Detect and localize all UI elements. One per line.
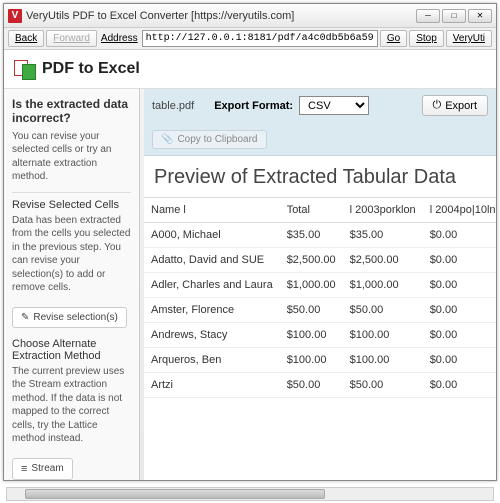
table-cell: $50.00 — [280, 373, 343, 398]
stop-button[interactable]: Stop — [409, 30, 444, 47]
app-header: PDF to Excel — [4, 50, 496, 89]
table-cell: A000, Michael — [144, 223, 280, 248]
revise-title: Revise Selected Cells — [12, 199, 131, 211]
table-cell: Artzi — [144, 373, 280, 398]
app-logo-icon — [14, 58, 36, 80]
back-button[interactable]: Back — [8, 30, 44, 47]
horizontal-scrollbar[interactable] — [6, 487, 494, 501]
bars-icon — [21, 463, 27, 475]
column-header: l 2004po|10ln — [423, 198, 496, 223]
table-cell: $0.00 — [423, 273, 496, 298]
table-row: Amster, Florence$50.00$50.00$0.00$50.0 — [144, 298, 496, 323]
preview-table-wrap: Name lTotall 2003porklonl 2004po|10lntot… — [144, 197, 496, 480]
export-button-label: Export — [445, 100, 477, 112]
window-title: VeryUtils PDF to Excel Converter [https:… — [26, 10, 416, 22]
table-row: Adatto, David and SUE$2,500.00$2,500.00$… — [144, 248, 496, 273]
table-cell: $35.00 — [343, 223, 423, 248]
revise-button-label: Revise selection(s) — [33, 312, 117, 323]
table-cell: $0.00 — [423, 373, 496, 398]
table-cell: $0.00 — [423, 298, 496, 323]
table-row: Adler, Charles and Laura$1,000.00$1,000.… — [144, 273, 496, 298]
table-cell: $0.00 — [423, 223, 496, 248]
brand-button[interactable]: VeryUti — [446, 30, 492, 47]
table-cell: $0.00 — [423, 323, 496, 348]
sidebar-question-title: Is the extracted data incorrect? — [12, 97, 131, 126]
sidebar-question-body: You can revise your selected cells or tr… — [12, 130, 131, 184]
table-cell: Andrews, Stacy — [144, 323, 280, 348]
close-button[interactable]: ✕ — [468, 9, 492, 23]
table-cell: Adatto, David and SUE — [144, 248, 280, 273]
export-controls: table.pdf Export Format: CSV Export Copy… — [144, 89, 496, 156]
content-pane: table.pdf Export Format: CSV Export Copy… — [144, 89, 496, 480]
copy-clipboard-button[interactable]: Copy to Clipboard — [152, 130, 267, 149]
table-cell: $100.00 — [280, 323, 343, 348]
app-title: PDF to Excel — [42, 60, 140, 78]
preview-table: Name lTotall 2003porklonl 2004po|10lntot… — [144, 198, 496, 398]
revise-body: Data has been extracted from the cells y… — [12, 214, 131, 295]
address-label: Address — [101, 33, 138, 44]
minimize-button[interactable]: ─ — [416, 9, 440, 23]
alt-method-body: The current preview uses the Stream extr… — [12, 365, 131, 446]
scrollbar-thumb[interactable] — [25, 489, 325, 499]
filename-label: table.pdf — [152, 100, 194, 112]
format-label: Export Format: — [214, 100, 293, 112]
alt-method-title: Choose Alternate Extraction Method — [12, 338, 131, 362]
forward-button[interactable]: Forward — [46, 30, 97, 47]
table-cell: $2,500.00 — [280, 248, 343, 273]
table-cell: $1,000.00 — [280, 273, 343, 298]
stream-button-label: Stream — [31, 463, 63, 474]
table-cell: Arqueros, Ben — [144, 348, 280, 373]
body-area: Is the extracted data incorrect? You can… — [4, 89, 496, 480]
table-row: Artzi$50.00$50.00$0.00$50.0 — [144, 373, 496, 398]
table-cell: $0.00 — [423, 348, 496, 373]
titlebar: V VeryUtils PDF to Excel Converter [http… — [4, 4, 496, 28]
go-button[interactable]: Go — [380, 30, 407, 47]
maximize-button[interactable]: □ — [442, 9, 466, 23]
address-input[interactable] — [142, 30, 378, 47]
revise-selection-button[interactable]: Revise selection(s) — [12, 307, 127, 328]
clip-icon — [161, 134, 173, 145]
copy-button-label: Copy to Clipboard — [177, 134, 257, 145]
table-cell: $100.00 — [280, 348, 343, 373]
preview-title: Preview of Extracted Tabular Data — [144, 156, 496, 197]
column-header: Name l — [144, 198, 280, 223]
window-controls: ─ □ ✕ — [416, 9, 492, 23]
sidebar: Is the extracted data incorrect? You can… — [4, 89, 140, 480]
table-cell: $50.00 — [280, 298, 343, 323]
app-icon: V — [8, 9, 22, 23]
table-row: Andrews, Stacy$100.00$100.00$0.00$100 — [144, 323, 496, 348]
table-cell: Amster, Florence — [144, 298, 280, 323]
table-cell: $100.00 — [343, 348, 423, 373]
table-cell: $50.00 — [343, 298, 423, 323]
column-header: Total — [280, 198, 343, 223]
nav-toolbar: Back Forward Address Go Stop VeryUti — [4, 28, 496, 50]
divider — [12, 192, 131, 193]
table-cell: $1,000.00 — [343, 273, 423, 298]
pencil-icon — [21, 312, 29, 323]
app-window: V VeryUtils PDF to Excel Converter [http… — [3, 3, 497, 481]
table-row: Arqueros, Ben$100.00$100.00$0.00$100 — [144, 348, 496, 373]
table-cell: $50.00 — [343, 373, 423, 398]
format-select[interactable]: CSV — [299, 96, 369, 115]
table-cell: Adler, Charles and Laura — [144, 273, 280, 298]
table-cell: $0.00 — [423, 248, 496, 273]
table-row: A000, Michael$35.00$35.00$0.00$35.0 — [144, 223, 496, 248]
column-header: l 2003porklon — [343, 198, 423, 223]
stream-method-button[interactable]: Stream — [12, 458, 73, 480]
table-cell: $35.00 — [280, 223, 343, 248]
table-cell: $2,500.00 — [343, 248, 423, 273]
power-icon — [433, 99, 442, 112]
export-button[interactable]: Export — [422, 95, 489, 116]
table-cell: $100.00 — [343, 323, 423, 348]
